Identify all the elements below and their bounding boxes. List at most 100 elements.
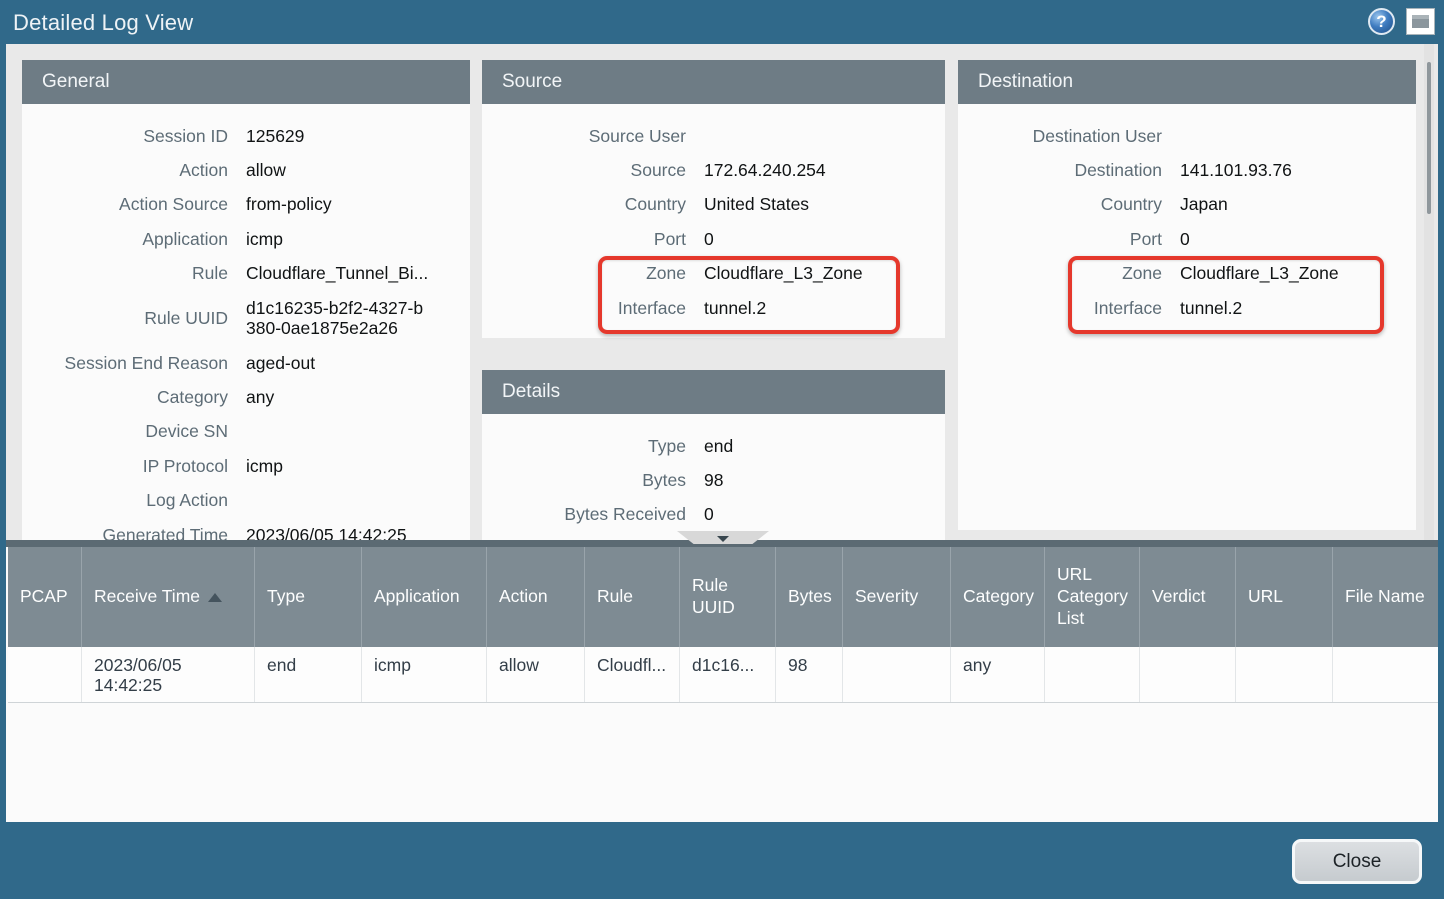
field-label: Zone (482, 263, 686, 284)
cell-severity (843, 647, 951, 702)
field-source-user: Source User (482, 119, 945, 153)
field-value: tunnel.2 (1180, 298, 1242, 319)
field-label: Destination User (958, 126, 1162, 147)
field-value: d1c16235-b2f2-4327-b380-0ae1875e2a26 (246, 298, 424, 339)
field-destination-address: Destination 141.101.93.76 (958, 153, 1416, 187)
field-value: from-policy (246, 194, 332, 215)
column-header-url[interactable]: URL (1236, 547, 1333, 647)
source-panel: Source Source User Source 172.64.240.254… (482, 60, 945, 338)
field-value: 2023/06/05 14:42:25 (246, 525, 407, 540)
field-label: Device SN (22, 421, 228, 442)
field-action-source: Action Source from-policy (22, 188, 470, 222)
field-label: Type (482, 436, 686, 457)
cell-bytes: 98 (776, 647, 843, 702)
field-type: Type end (482, 429, 945, 463)
field-value: icmp (246, 456, 283, 477)
cell-url-category-list (1045, 647, 1140, 702)
column-header-rule-uuid[interactable]: Rule UUID (680, 547, 776, 647)
cell-type: end (255, 647, 362, 702)
window-restore-icon[interactable] (1407, 9, 1434, 34)
field-device-sn: Device SN (22, 415, 470, 449)
destination-panel: Destination Destination User Destination… (958, 60, 1416, 530)
cell-file-name (1333, 647, 1437, 702)
general-panel-title: General (22, 60, 470, 104)
cell-receive-time: 2023/06/05 14:42:25 (82, 647, 255, 702)
column-header-receive-time[interactable]: Receive Time (82, 547, 255, 647)
cell-application: icmp (362, 647, 487, 702)
column-header-verdict[interactable]: Verdict (1140, 547, 1236, 647)
log-table: PCAP Receive Time Type Application Actio… (6, 540, 1438, 822)
field-value: end (704, 436, 733, 457)
panels-scrollbar-thumb[interactable] (1427, 62, 1431, 214)
field-label: Bytes (482, 470, 686, 491)
table-row[interactable]: 2023/06/05 14:42:25 end icmp allow Cloud… (8, 647, 1438, 703)
field-label: Generated Time (22, 525, 228, 540)
field-label: IP Protocol (22, 456, 228, 477)
log-table-header: PCAP Receive Time Type Application Actio… (8, 547, 1438, 647)
field-generated-time: Generated Time 2023/06/05 14:42:25 (22, 518, 470, 540)
field-session-end-reason: Session End Reason aged-out (22, 346, 470, 380)
field-label: Zone (958, 263, 1162, 284)
cell-pcap (8, 647, 82, 702)
field-label: Log Action (22, 490, 228, 511)
column-header-file-name[interactable]: File Name (1333, 547, 1437, 647)
field-session-id: Session ID 125629 (22, 119, 470, 153)
field-rule-uuid: Rule UUID d1c16235-b2f2-4327-b380-0ae187… (22, 291, 470, 346)
field-value: 0 (704, 229, 714, 250)
field-bytes-received: Bytes Received 0 (482, 498, 945, 532)
field-value: Cloudflare_L3_Zone (704, 263, 863, 284)
field-value: 98 (704, 470, 723, 491)
column-header-pcap[interactable]: PCAP (8, 547, 82, 647)
cell-url (1236, 647, 1333, 702)
field-destination-zone: Zone Cloudflare_L3_Zone (958, 257, 1416, 291)
field-value: Japan (1180, 194, 1228, 215)
field-value: 172.64.240.254 (704, 160, 826, 181)
field-value: United States (704, 194, 809, 215)
details-panel-title: Details (482, 370, 945, 414)
field-label: Session End Reason (22, 353, 228, 374)
column-header-severity[interactable]: Severity (843, 547, 951, 647)
column-header-application[interactable]: Application (362, 547, 487, 647)
field-application: Application icmp (22, 222, 470, 256)
column-header-url-category-list[interactable]: URL Category List (1045, 547, 1140, 647)
field-label: Country (958, 194, 1162, 215)
field-label: Category (22, 387, 228, 408)
field-source-interface: Interface tunnel.2 (482, 291, 945, 325)
dialog-title: Detailed Log View (13, 10, 193, 36)
window-restore-icon-glyph (1412, 15, 1429, 28)
field-label: Port (482, 229, 686, 250)
dialog-titlebar: Detailed Log View ? (0, 0, 1444, 44)
field-destination-port: Port 0 (958, 222, 1416, 256)
field-value: aged-out (246, 353, 315, 374)
cell-verdict (1140, 647, 1236, 702)
column-header-bytes[interactable]: Bytes (776, 547, 843, 647)
cell-rule-uuid: d1c16... (680, 647, 776, 702)
field-value: allow (246, 160, 286, 181)
field-source-country: Country United States (482, 188, 945, 222)
field-source-address: Source 172.64.240.254 (482, 153, 945, 187)
field-label: Source User (482, 126, 686, 147)
column-header-action[interactable]: Action (487, 547, 585, 647)
log-detail-panels: General Session ID 125629 Action allow A… (6, 44, 1438, 540)
help-icon[interactable]: ? (1368, 8, 1395, 35)
field-value: icmp (246, 229, 283, 250)
cell-category: any (951, 647, 1045, 702)
field-destination-country: Country Japan (958, 188, 1416, 222)
field-action: Action allow (22, 153, 470, 187)
close-button[interactable]: Close (1292, 839, 1422, 884)
panels-scrollbar-track[interactable] (1424, 44, 1434, 540)
destination-panel-title: Destination (958, 60, 1416, 104)
field-rule: Rule Cloudflare_Tunnel_Bi... (22, 257, 470, 291)
field-label: Port (958, 229, 1162, 250)
column-header-type[interactable]: Type (255, 547, 362, 647)
sort-ascending-icon (208, 593, 222, 602)
field-source-zone: Zone Cloudflare_L3_Zone (482, 257, 945, 291)
column-header-rule[interactable]: Rule (585, 547, 680, 647)
field-label: Interface (958, 298, 1162, 319)
column-header-category[interactable]: Category (951, 547, 1045, 647)
field-category: Category any (22, 380, 470, 414)
field-label: Application (22, 229, 228, 250)
field-label: Source (482, 160, 686, 181)
field-value: 141.101.93.76 (1180, 160, 1292, 181)
cell-rule: Cloudfl... (585, 647, 680, 702)
